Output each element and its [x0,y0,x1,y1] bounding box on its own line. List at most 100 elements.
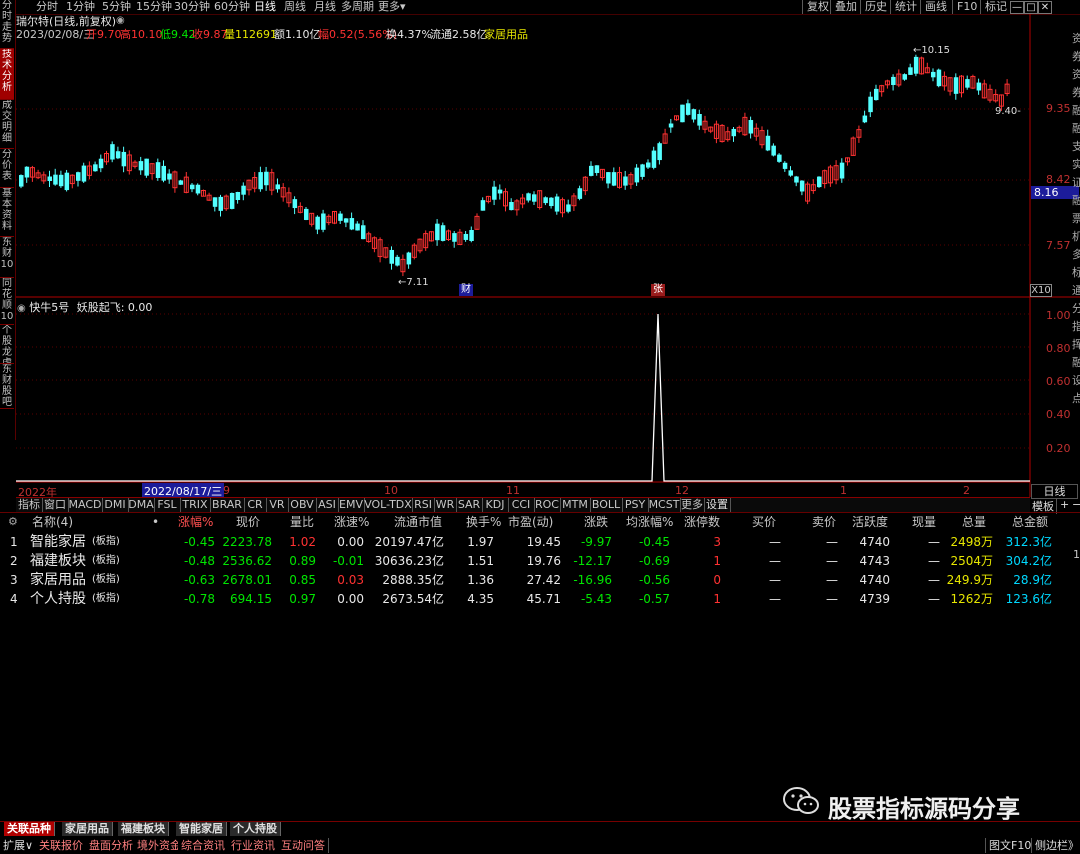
period-8[interactable]: 月线 [314,0,336,14]
table-row[interactable]: 3 家居用品 (板指) -0.63 2678.01 0.85 0.03 2888.35亿 1.3… [0,572,1070,590]
column-header-13[interactable]: 卖价 [812,515,836,529]
period-10[interactable]: 更多 [378,0,400,14]
indicator-tab-19[interactable]: ROC [534,498,561,512]
indicator-tab-3[interactable]: DMI [102,498,129,512]
remove-button[interactable]: − [1072,498,1080,511]
left-tab-2[interactable]: 成交明细 [0,100,14,149]
period-1[interactable]: 1分钟 [66,0,95,14]
bottom-button-0[interactable]: 扩展∨ [0,838,38,853]
bottom-button-5[interactable]: 行业资讯 [228,838,279,853]
period-button[interactable]: 日线 [1031,484,1078,499]
toolbar-3[interactable]: 统计 [890,0,921,14]
column-header-2[interactable]: 涨幅% [178,515,213,529]
period-7[interactable]: 周线 [284,0,306,14]
bottom-button-2[interactable]: 盘面分析 [86,838,137,853]
sidebar-toggle[interactable]: 侧边栏》 [1031,838,1080,853]
bottom-tab-0[interactable]: 关联品种 [4,822,55,836]
indicator-gear-icon[interactable]: ◉ [17,303,26,314]
period-4[interactable]: 30分钟 [174,0,210,14]
indicator-tab-22[interactable]: PSY [622,498,649,512]
period-6[interactable]: 日线 [254,0,276,14]
left-tab-6[interactable]: 同花顺10 [0,278,14,325]
add-button[interactable]: + [1060,498,1069,511]
left-tab-8[interactable]: 东财股吧 [0,364,14,409]
indicator-tab-11[interactable]: ASI [316,498,339,512]
indicator-tab-9[interactable]: VR [266,498,289,512]
toolbar-2[interactable]: 历史 [860,0,891,14]
toolbar-0[interactable]: 复权 [802,0,833,14]
period-9[interactable]: 多周期 [341,0,374,14]
column-header-12[interactable]: 买价 [752,515,776,529]
indicator-tab-18[interactable]: CCI [508,498,535,512]
column-header-3[interactable]: 现价 [236,515,260,529]
close-icon[interactable]: ✕ [1038,1,1052,14]
bottom-button-4[interactable]: 综合资讯 [178,838,229,853]
column-header-5[interactable]: 涨速% [334,515,369,529]
indicator-tab-25[interactable]: 设置 [704,498,731,512]
indicator-tab-7[interactable]: BRAR [210,498,245,512]
indicator-tab-23[interactable]: MCST [648,498,681,512]
indicator-tab-1[interactable]: 窗口 [42,498,69,512]
f10-button[interactable]: 图文F10 [985,838,1034,853]
indicator-name[interactable]: 快牛5号 [29,301,69,314]
indicator-tab-24[interactable]: 更多 [680,498,705,512]
toolbar-1[interactable]: 叠加 [830,0,861,14]
toolbar-6[interactable]: 标记 [980,0,1011,14]
indicator-tab-5[interactable]: FSL [154,498,181,512]
bottom-tab-2[interactable]: 福建板块 [118,822,169,836]
indicator-tab-8[interactable]: CR [244,498,267,512]
toolbar-4[interactable]: 画线 [920,0,951,14]
more-dropdown-icon[interactable]: ▾ [400,0,406,14]
limit-up-badge[interactable]: 张 [651,284,665,296]
column-header-15[interactable]: 现量 [912,515,936,529]
indicator-tab-0[interactable]: 指标 [16,498,43,512]
period-3[interactable]: 15分钟 [136,0,172,14]
indicator-tab-14[interactable]: RSI [412,498,435,512]
bottom-button-6[interactable]: 互动问答 [278,838,329,853]
column-header-9[interactable]: 涨跌 [584,515,608,529]
table-row[interactable]: 2 福建板块 (板指) -0.48 2536.62 0.89 -0.01 30636.23亿 1… [0,553,1070,571]
bottom-tab-4[interactable]: 个人持股 [230,822,281,836]
maximize-icon[interactable]: □ [1024,1,1038,14]
toolbar-5[interactable]: F10 [952,0,981,14]
indicator-tab-15[interactable]: WR [434,498,457,512]
column-header-7[interactable]: 换手% [466,515,501,529]
period-2[interactable]: 5分钟 [102,0,131,14]
bottom-tab-3[interactable]: 智能家居 [176,822,227,836]
kline-chart[interactable] [16,14,1080,497]
column-header-14[interactable]: 活跃度 [852,515,888,529]
bottom-button-1[interactable]: 关联报价 [36,838,87,853]
column-header-16[interactable]: 总量 [962,515,986,529]
left-tab-3[interactable]: 分价表 [0,149,14,188]
bottom-tab-1[interactable]: 家居用品 [62,822,113,836]
table-settings-icon[interactable]: ⚙ [8,515,18,528]
indicator-tab-4[interactable]: DMA [128,498,155,512]
column-header-6[interactable]: 流通市值 [394,515,442,529]
column-header-11[interactable]: 涨停数 [684,515,720,529]
left-tab-1[interactable]: 技术分析 [0,49,14,100]
left-tab-7[interactable]: 个股龙虎 [0,325,14,364]
indicator-tab-13[interactable]: VOL-TDX [364,498,413,512]
minimize-icon[interactable]: — [1010,1,1024,14]
table-row[interactable]: 4 个人持股 (板指) -0.78 694.15 0.97 0.00 2673.54亿 4.35… [0,591,1070,609]
column-header-4[interactable]: 量比 [290,515,314,529]
zoom-button[interactable]: X10 [1030,284,1052,297]
column-header-10[interactable]: 均涨幅% [626,515,673,529]
indicator-tab-16[interactable]: SAR [456,498,483,512]
indicator-tab-12[interactable]: EMV [338,498,365,512]
indicator-tab-2[interactable]: MACD [68,498,103,512]
finance-badge[interactable]: 财 [459,284,473,296]
column-header-1[interactable]: • [152,515,159,529]
period-5[interactable]: 60分钟 [214,0,250,14]
left-tab-4[interactable]: 基本资料 [0,188,14,237]
table-row[interactable]: 1 智能家居 (板指) -0.45 2223.78 1.02 0.00 20197.47亿 1.… [0,534,1070,552]
indicator-tab-6[interactable]: TRIX [180,498,211,512]
left-tab-0[interactable]: 分时走势 [0,0,14,49]
period-0[interactable]: 分时 [36,0,58,14]
column-header-0[interactable]: 名称(4) [32,515,73,529]
indicator-tab-17[interactable]: KDJ [482,498,509,512]
indicator-tab-10[interactable]: OBV [288,498,317,512]
indicator-tab-20[interactable]: MTM [560,498,591,512]
left-tab-5[interactable]: 东财10 [0,237,14,278]
column-header-17[interactable]: 总金额 [1012,515,1048,529]
